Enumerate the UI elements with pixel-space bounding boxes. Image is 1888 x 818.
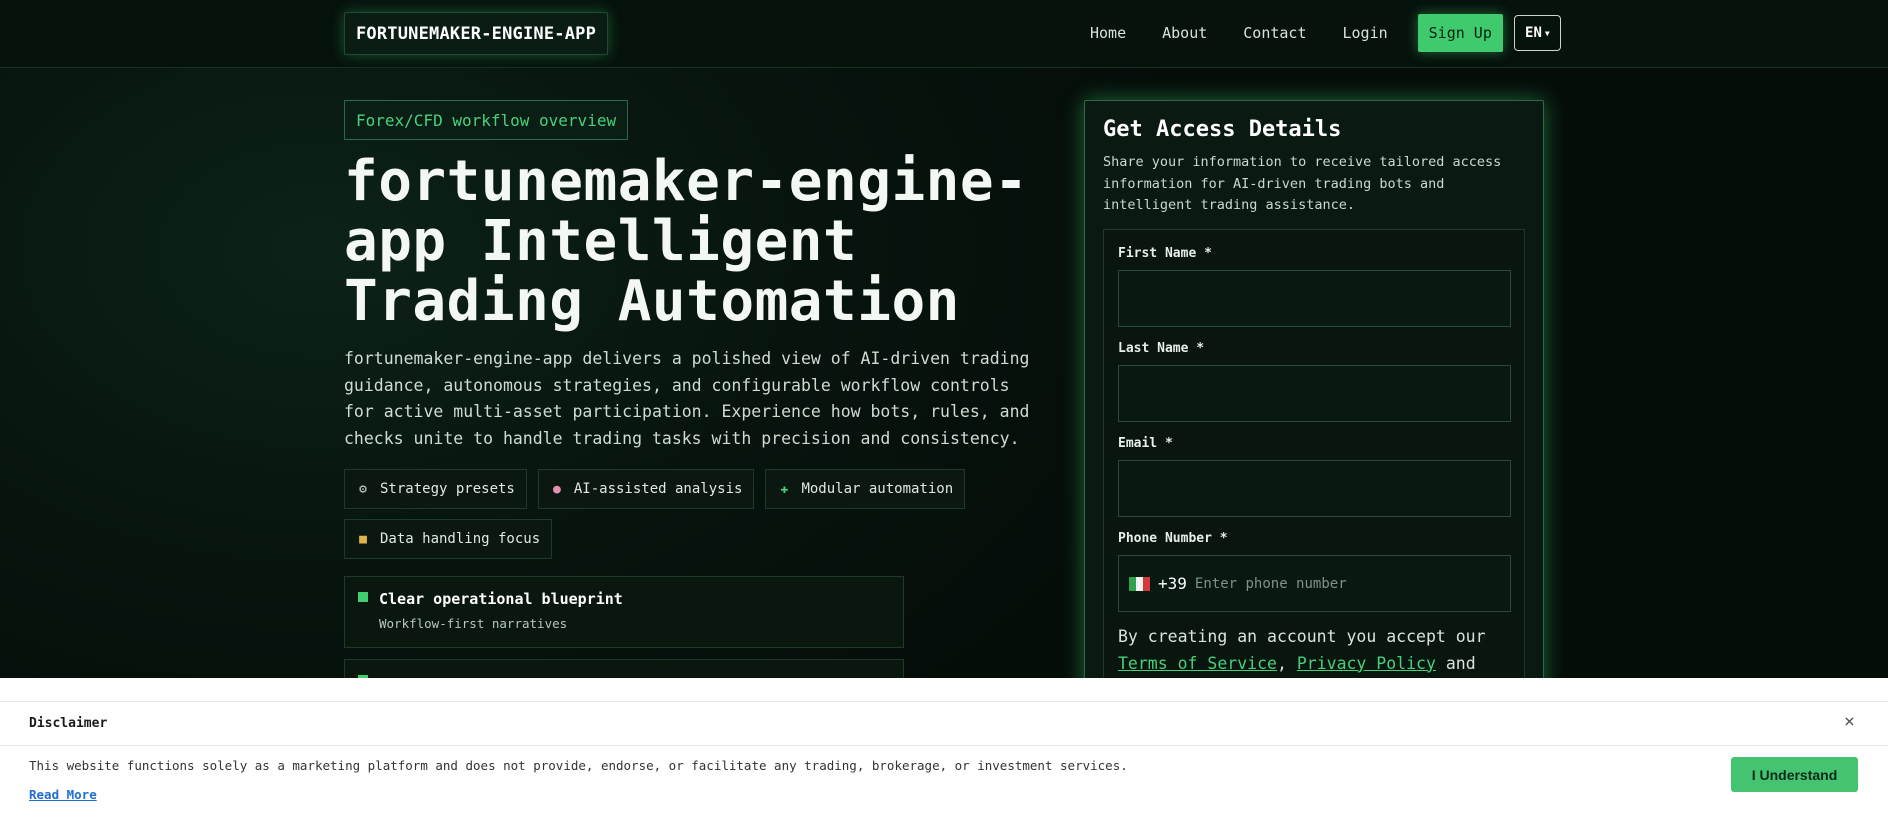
last-name-label: Last Name * (1118, 341, 1205, 356)
feature-card: Clear operational blueprint Workflow-fir… (344, 576, 904, 648)
phone-input[interactable] (1194, 575, 1495, 592)
caret-down-icon: ▼ (1544, 28, 1550, 38)
terms-suffix: and (1435, 653, 1476, 673)
bullet-square-icon (358, 592, 368, 602)
nav-home-link[interactable]: Home (1090, 24, 1126, 42)
disclaimer-title: Disclaimer (29, 716, 108, 731)
chip-modular-automation: ✚ Modular automation (765, 469, 966, 509)
form-subtitle: Share your information to receive tailor… (1103, 154, 1502, 213)
nav-about-link[interactable]: About (1162, 24, 1207, 42)
form-title: Get Access Details (1103, 117, 1342, 142)
site-header: FORTUNEMAKER-ENGINE-APP Home About Conta… (0, 0, 1888, 68)
hero-badge: Forex/CFD workflow overview (344, 100, 629, 140)
chip-ai-analysis: ● AI-assisted analysis (537, 469, 755, 509)
terms-prefix: By creating an account you accept our (1118, 627, 1486, 646)
read-more-link[interactable]: Read More (29, 787, 97, 802)
chip-data-handling: ■ Data handling focus (344, 519, 553, 559)
privacy-policy-link[interactable]: Privacy Policy (1297, 654, 1436, 673)
disclaimer-top-strip (0, 678, 1888, 702)
language-code: EN (1525, 25, 1542, 41)
feature-title: Clear operational blueprint (379, 590, 623, 608)
sign-up-button[interactable]: Sign Up (1417, 14, 1503, 52)
hero-description: fortunemaker-engine-app delivers a polis… (344, 349, 1030, 448)
phone-field: +39 (1118, 555, 1511, 612)
puzzle-icon: ✚ (780, 481, 789, 497)
nav-contact-link[interactable]: Contact (1243, 24, 1306, 42)
disclaimer-header: Disclaimer × (0, 702, 1888, 746)
feature-subtitle: Workflow-first narratives (379, 616, 568, 631)
lock-icon: ■ (359, 531, 367, 547)
language-selector[interactable]: EN ▼ (1513, 15, 1561, 51)
first-name-label: First Name * (1118, 246, 1212, 261)
terms-notice: By creating an account you accept our Te… (1118, 624, 1518, 677)
chip-label: Data handling focus (380, 531, 541, 547)
disclaimer-banner: Disclaimer × This website functions sole… (0, 678, 1888, 818)
terms-of-service-link[interactable]: Terms of Service (1118, 654, 1277, 673)
dial-code[interactable]: +39 (1158, 574, 1187, 593)
first-name-input[interactable] (1118, 270, 1511, 327)
chip-label: Modular automation (801, 481, 954, 497)
terms-separator: , (1276, 653, 1297, 673)
chip-label: AI-assisted analysis (573, 481, 743, 497)
email-label: Email * (1118, 436, 1173, 451)
site-logo[interactable]: FORTUNEMAKER-ENGINE-APP (344, 12, 609, 55)
main-nav: Home About Contact Login Sign Up EN ▼ (1082, 14, 1561, 52)
close-icon[interactable]: × (1844, 713, 1855, 731)
hero-title: fortunemaker-engine-app Intelligent Trad… (344, 149, 1029, 334)
chip-strategy-presets: ⚙ Strategy presets (344, 469, 527, 509)
gear-icon: ⚙ (359, 481, 367, 497)
i-understand-button[interactable]: I Understand (1731, 757, 1858, 792)
nav-login-link[interactable]: Login (1343, 24, 1388, 42)
feature-chips: ⚙ Strategy presets ● AI-assisted analysi… (344, 469, 1044, 559)
phone-label: Phone Number * (1118, 531, 1228, 546)
email-input[interactable] (1118, 460, 1511, 517)
last-name-input[interactable] (1118, 365, 1511, 422)
disclaimer-text: This website functions solely as a marke… (29, 758, 1128, 773)
italy-flag-icon[interactable] (1129, 576, 1150, 591)
chip-label: Strategy presets (380, 481, 515, 497)
brain-icon: ● (552, 481, 561, 497)
